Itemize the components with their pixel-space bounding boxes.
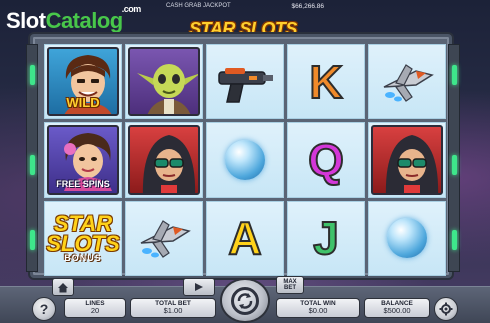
frame-light bbox=[452, 155, 457, 175]
spin-arrows-icon bbox=[237, 292, 253, 309]
total-bet-display[interactable]: TOTAL BET $1.00 bbox=[130, 298, 216, 318]
reel-1-row-2: FREE SPINS bbox=[44, 122, 122, 198]
hooded-character-icon bbox=[385, 135, 439, 193]
reel-2-row-2 bbox=[125, 122, 203, 198]
alien-character-symbol bbox=[128, 47, 200, 117]
reel-2-row-3 bbox=[125, 200, 203, 276]
gear-icon bbox=[439, 302, 453, 316]
right-frame-pillar bbox=[448, 44, 460, 272]
balance-display: BALANCE $500.00 bbox=[364, 298, 430, 318]
lines-value: 20 bbox=[90, 306, 100, 316]
frame-light bbox=[30, 155, 35, 175]
balance-value: $500.00 bbox=[383, 306, 411, 316]
jackpot-label: CASH GRAB JACKPOT bbox=[166, 3, 231, 9]
help-button[interactable]: ? bbox=[32, 297, 56, 321]
total-bet-value: $1.00 bbox=[163, 306, 183, 316]
watermark-slot: Slot bbox=[6, 8, 46, 33]
left-frame-pillar bbox=[26, 44, 38, 272]
letter-q-symbol: Q bbox=[307, 133, 345, 187]
slotcatalog-watermark: SlotCatalog .com bbox=[6, 4, 141, 34]
ice-orb-icon bbox=[387, 218, 427, 259]
letter-k-symbol: K bbox=[308, 55, 343, 109]
total-win-display: TOTAL WIN $0.00 bbox=[276, 298, 360, 318]
wild-label: WILD bbox=[66, 95, 100, 111]
blaster-icon bbox=[218, 67, 273, 103]
spin-button[interactable] bbox=[220, 278, 270, 323]
max-bet-label-line2: BET bbox=[284, 285, 296, 291]
total-win-value: $0.00 bbox=[308, 306, 328, 316]
reel-4-row-1: K bbox=[287, 44, 365, 120]
ice-orb-icon bbox=[225, 139, 265, 180]
free-spins-symbol: FREE SPINS bbox=[47, 125, 119, 195]
reel-2-row-1 bbox=[125, 44, 203, 120]
hooded-character-symbol bbox=[371, 125, 443, 195]
letter-a-symbol: A bbox=[227, 211, 262, 265]
letter-j-symbol: J bbox=[312, 211, 340, 265]
autoplay-button[interactable] bbox=[183, 278, 215, 296]
watermark-catalog: Catalog bbox=[45, 8, 124, 33]
reel-3-row-3: A bbox=[206, 200, 284, 276]
home-button[interactable] bbox=[52, 278, 74, 296]
reel-5-row-3 bbox=[368, 200, 446, 276]
jackpot-bar: CASH GRAB JACKPOT $66,266.86 bbox=[160, 0, 330, 12]
frame-light bbox=[452, 65, 457, 85]
frame-light bbox=[30, 65, 35, 85]
reel-3-row-2 bbox=[206, 122, 284, 198]
reel-4-row-3: J bbox=[287, 200, 365, 276]
reel-1-row-1: WILD bbox=[44, 44, 122, 120]
frame-light bbox=[30, 230, 35, 250]
free-spins-label: FREE SPINS bbox=[56, 178, 110, 189]
frame-light bbox=[452, 230, 457, 250]
lines-display: LINES 20 bbox=[64, 298, 126, 318]
reel-5-row-2 bbox=[368, 122, 446, 198]
hooded-character-symbol bbox=[128, 125, 200, 195]
reel-5-row-1 bbox=[368, 44, 446, 120]
spaceship-icon bbox=[140, 220, 191, 259]
reel-grid: WILD K FREE SPINS Q STAR SLOTS BONUS A J bbox=[44, 44, 446, 276]
watermark-com: .com bbox=[121, 4, 142, 14]
bonus-label-text: BONUS bbox=[64, 253, 102, 264]
spin-icon bbox=[231, 286, 259, 315]
play-icon bbox=[195, 283, 203, 291]
max-bet-button[interactable]: MAX BET bbox=[276, 276, 304, 294]
alien-character-icon bbox=[137, 64, 198, 115]
star-slots-bonus-symbol: STAR SLOTS BONUS bbox=[46, 213, 120, 264]
help-icon: ? bbox=[39, 301, 49, 317]
reel-1-row-3: STAR SLOTS BONUS bbox=[44, 200, 122, 276]
wild-symbol: WILD bbox=[47, 47, 119, 117]
spaceship-icon bbox=[383, 63, 434, 102]
jackpot-value: $66,266.86 bbox=[291, 2, 324, 10]
hooded-character-icon bbox=[142, 135, 196, 193]
reel-4-row-2: Q bbox=[287, 122, 365, 198]
settings-button[interactable] bbox=[434, 297, 458, 321]
bonus-slots-text: SLOTS bbox=[46, 231, 120, 257]
home-icon bbox=[58, 282, 68, 292]
reel-3-row-1 bbox=[206, 44, 284, 120]
